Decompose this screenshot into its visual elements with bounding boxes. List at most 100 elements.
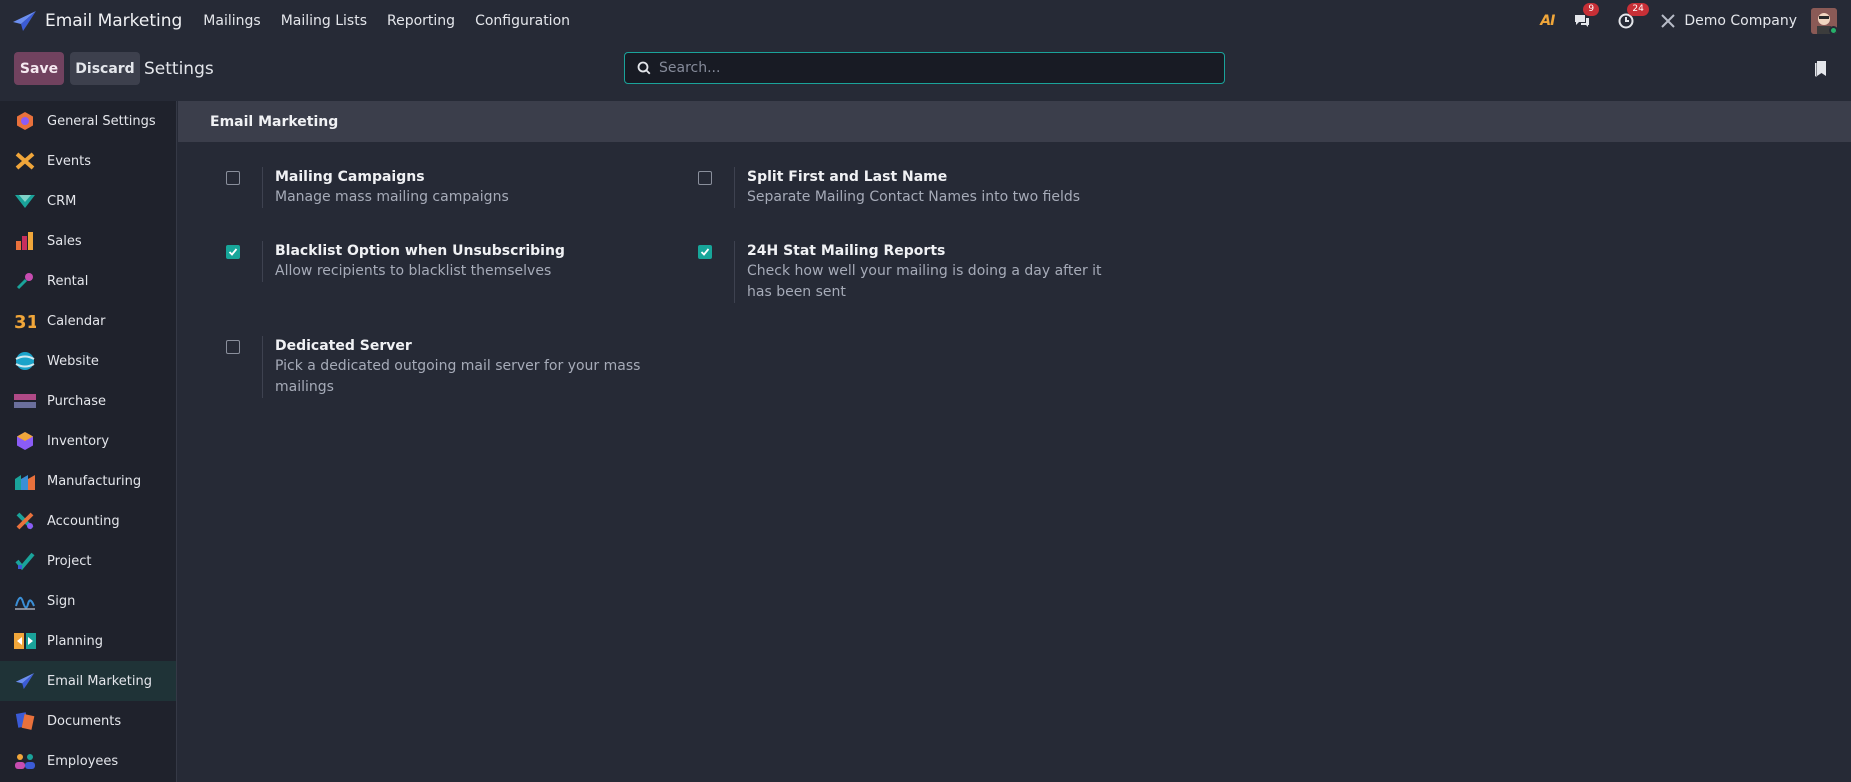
sidebar-item-events[interactable]: Events xyxy=(0,141,176,181)
search-box xyxy=(624,52,1225,84)
menu-item-mailing-lists[interactable]: Mailing Lists xyxy=(281,13,367,29)
dedicated-server-checkbox[interactable] xyxy=(226,340,240,354)
sidebar-item-label: Inventory xyxy=(47,433,110,449)
planning-icon xyxy=(14,630,36,652)
sidebar-item-calendar[interactable]: 31 Calendar xyxy=(0,301,176,341)
setting-title: Blacklist Option when Unsubscribing xyxy=(275,243,565,259)
inventory-icon xyxy=(14,430,36,452)
section-title: Email Marketing xyxy=(210,113,339,130)
sidebar-item-label: Documents xyxy=(47,713,122,729)
sidebar-item-label: Events xyxy=(47,153,92,169)
ai-icon[interactable]: AI xyxy=(1540,13,1555,29)
sidebar-item-general-settings[interactable]: General Settings xyxy=(0,101,176,141)
sign-icon xyxy=(14,590,36,612)
avatar[interactable] xyxy=(1811,8,1837,34)
menu-item-mailings[interactable]: Mailings xyxy=(203,13,260,29)
sidebar-item-documents[interactable]: Documents xyxy=(0,701,176,741)
email-marketing-logo-icon xyxy=(13,11,36,31)
stat-reports-checkbox[interactable] xyxy=(698,245,712,259)
sidebar-item-crm[interactable]: CRM xyxy=(0,181,176,221)
page-title: Settings xyxy=(144,59,214,79)
setting-description: Pick a dedicated outgoing mail server fo… xyxy=(275,358,641,395)
systray: AI 9 24 Demo Company xyxy=(1540,0,1851,42)
website-icon xyxy=(14,350,36,372)
setting-description: Separate Mailing Contact Names into two … xyxy=(747,189,1081,205)
email-marketing-icon xyxy=(14,670,36,692)
app-name: Email Marketing xyxy=(45,11,183,31)
sidebar-item-label: Sign xyxy=(47,593,76,609)
search-icon xyxy=(637,61,651,75)
sidebar-item-sales[interactable]: Sales xyxy=(0,221,176,261)
sidebar-item-label: Accounting xyxy=(47,513,120,529)
sidebar-item-label: Planning xyxy=(47,633,103,649)
setting-body: Mailing Campaigns Manage mass mailing ca… xyxy=(262,167,655,208)
sidebar-item-sign[interactable]: Sign xyxy=(0,581,176,621)
sidebar-item-project[interactable]: Project xyxy=(0,541,176,581)
accounting-icon xyxy=(14,510,36,532)
setting-body: Blacklist Option when Unsubscribing Allo… xyxy=(262,241,655,282)
debug-tools-button[interactable] xyxy=(1660,13,1676,29)
setting-dedicated-server: Dedicated Server Pick a dedicated outgoi… xyxy=(226,336,655,398)
sidebar-item-inventory[interactable]: Inventory xyxy=(0,421,176,461)
general-settings-icon xyxy=(14,110,36,132)
menu-item-configuration[interactable]: Configuration xyxy=(475,13,570,29)
sidebar-item-purchase[interactable]: Purchase xyxy=(0,381,176,421)
sidebar-item-accounting[interactable]: Accounting xyxy=(0,501,176,541)
activities-button[interactable]: 24 xyxy=(1616,3,1649,31)
setting-24h-stat-reports: 24H Stat Mailing Reports Check how well … xyxy=(698,241,1127,303)
sidebar-item-label: Project xyxy=(47,553,92,569)
rental-icon xyxy=(14,270,36,292)
sidebar-item-label: Employees xyxy=(47,753,119,769)
sidebar-item-employees[interactable]: Employees xyxy=(0,741,176,781)
section-header: Email Marketing xyxy=(178,101,1851,142)
messages-badge: 9 xyxy=(1583,3,1600,16)
svg-text:31: 31 xyxy=(14,312,36,331)
setting-blacklist-option: Blacklist Option when Unsubscribing Allo… xyxy=(226,241,655,282)
bookmark-button[interactable] xyxy=(1814,60,1828,82)
sidebar-item-label: Website xyxy=(47,353,99,369)
setting-body: 24H Stat Mailing Reports Check how well … xyxy=(734,241,1127,303)
sidebar-item-manufacturing[interactable]: Manufacturing xyxy=(0,461,176,501)
project-icon xyxy=(14,550,36,572)
sidebar-item-label: Purchase xyxy=(47,393,107,409)
sidebar-item-label: Manufacturing xyxy=(47,473,142,489)
blacklist-option-checkbox[interactable] xyxy=(226,245,240,259)
menu-item-reporting[interactable]: Reporting xyxy=(387,13,455,29)
checkmark-icon xyxy=(700,248,710,256)
sidebar-item-website[interactable]: Website xyxy=(0,341,176,381)
sidebar-item-rental[interactable]: Rental xyxy=(0,261,176,301)
setting-title: Dedicated Server xyxy=(275,338,412,354)
sidebar-item-label: Email Marketing xyxy=(47,673,152,689)
tools-icon xyxy=(1661,14,1676,28)
bookmark-icon xyxy=(1815,61,1826,77)
online-status-dot xyxy=(1829,26,1837,34)
sidebar-item-label: General Settings xyxy=(47,113,156,129)
sales-icon xyxy=(14,230,36,252)
setting-body: Dedicated Server Pick a dedicated outgoi… xyxy=(262,336,655,398)
sidebar-item-email-marketing[interactable]: Email Marketing xyxy=(0,661,176,701)
setting-description: Manage mass mailing campaigns xyxy=(275,189,509,205)
app-brand[interactable]: Email Marketing xyxy=(12,10,182,32)
employees-icon xyxy=(14,750,36,772)
setting-description: Check how well your mailing is doing a d… xyxy=(747,263,1102,300)
checkmark-icon xyxy=(228,248,238,256)
events-icon xyxy=(14,150,36,172)
top-navbar: Email Marketing Mailings Mailing Lists R… xyxy=(0,0,1851,42)
messages-button[interactable]: 9 xyxy=(1572,3,1600,31)
control-panel: Save Discard Settings xyxy=(0,42,1851,101)
company-switcher[interactable]: Demo Company xyxy=(1684,13,1797,29)
setting-mailing-campaigns: Mailing Campaigns Manage mass mailing ca… xyxy=(226,167,655,208)
sidebar-item-label: Rental xyxy=(47,273,89,289)
setting-split-name: Split First and Last Name Separate Maili… xyxy=(698,167,1127,208)
purchase-icon xyxy=(14,390,36,412)
discard-button[interactable]: Discard xyxy=(70,52,140,85)
search-input[interactable] xyxy=(659,60,1199,76)
sidebar-item-planning[interactable]: Planning xyxy=(0,621,176,661)
sidebar-item-label: Sales xyxy=(47,233,82,249)
setting-title: 24H Stat Mailing Reports xyxy=(747,243,946,259)
setting-body: Split First and Last Name Separate Maili… xyxy=(734,167,1127,208)
sidebar-item-label: CRM xyxy=(47,193,77,209)
mailing-campaigns-checkbox[interactable] xyxy=(226,171,240,185)
save-button[interactable]: Save xyxy=(14,52,64,85)
split-name-checkbox[interactable] xyxy=(698,171,712,185)
